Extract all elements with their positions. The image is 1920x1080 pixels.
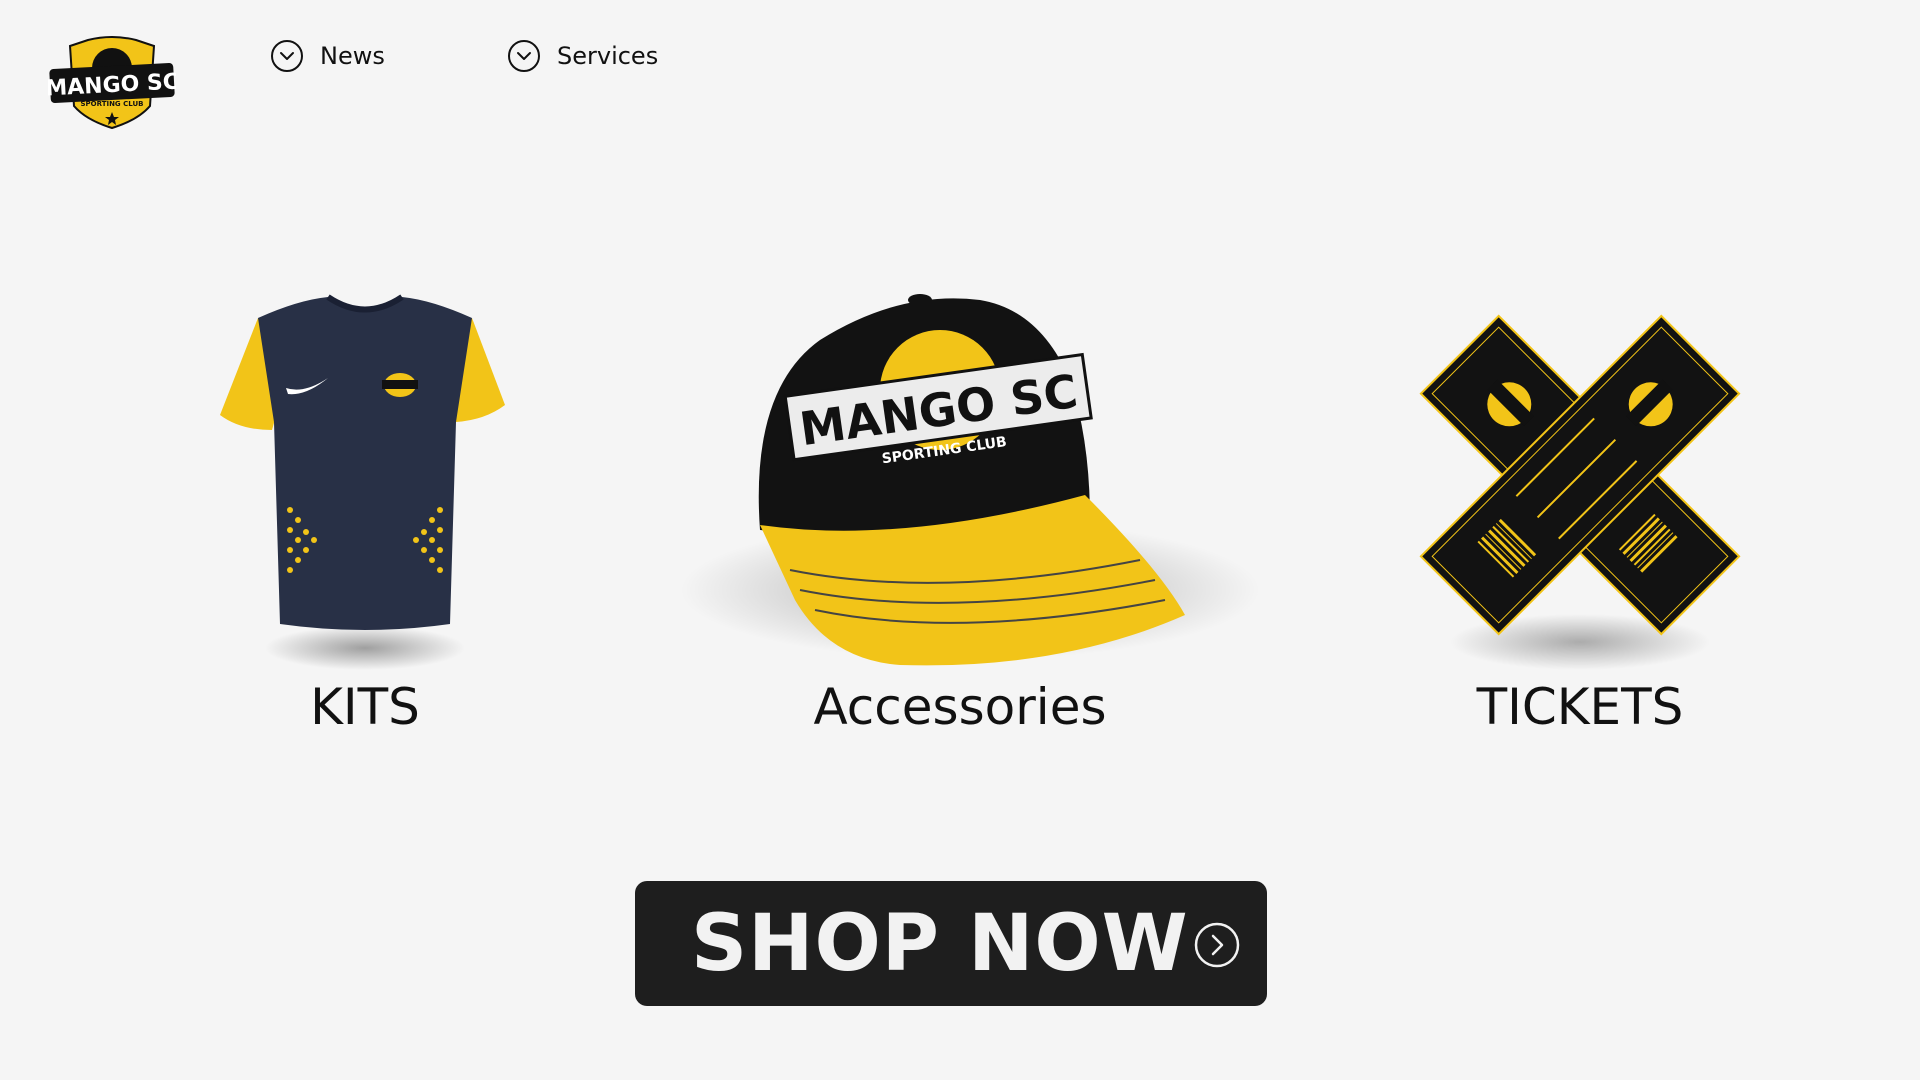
category-label: KITS	[310, 678, 420, 736]
category-kits[interactable]: KITS	[200, 270, 530, 750]
nav-item-label: News	[320, 42, 385, 70]
chevron-right-circle-icon	[1193, 921, 1241, 969]
jersey-image	[200, 270, 530, 680]
club-logo[interactable]: MANGO SC SPORTING CLUB	[48, 36, 176, 130]
category-accessories[interactable]: MANGO SC SPORTING CLUB Accessories	[640, 270, 1280, 750]
category-label: Accessories	[813, 678, 1107, 736]
tickets-image	[1370, 270, 1790, 680]
category-label: TICKETS	[1476, 678, 1684, 736]
svg-text:SPORTING CLUB: SPORTING CLUB	[81, 100, 144, 108]
shop-now-label: SHOP NOW	[691, 898, 1189, 989]
shop-now-button[interactable]: SHOP NOW	[635, 881, 1267, 1006]
cap-image: MANGO SC SPORTING CLUB	[640, 270, 1280, 680]
nav-item-label: Services	[557, 42, 659, 70]
chevron-down-circle-icon	[271, 40, 303, 72]
category-tickets[interactable]: TICKETS	[1370, 270, 1790, 750]
club-logo-icon: MANGO SC SPORTING CLUB	[48, 36, 176, 130]
nav-item-news[interactable]: News	[270, 38, 385, 74]
nav-item-services[interactable]: Services	[507, 38, 658, 74]
chevron-down-circle-icon	[508, 40, 540, 72]
